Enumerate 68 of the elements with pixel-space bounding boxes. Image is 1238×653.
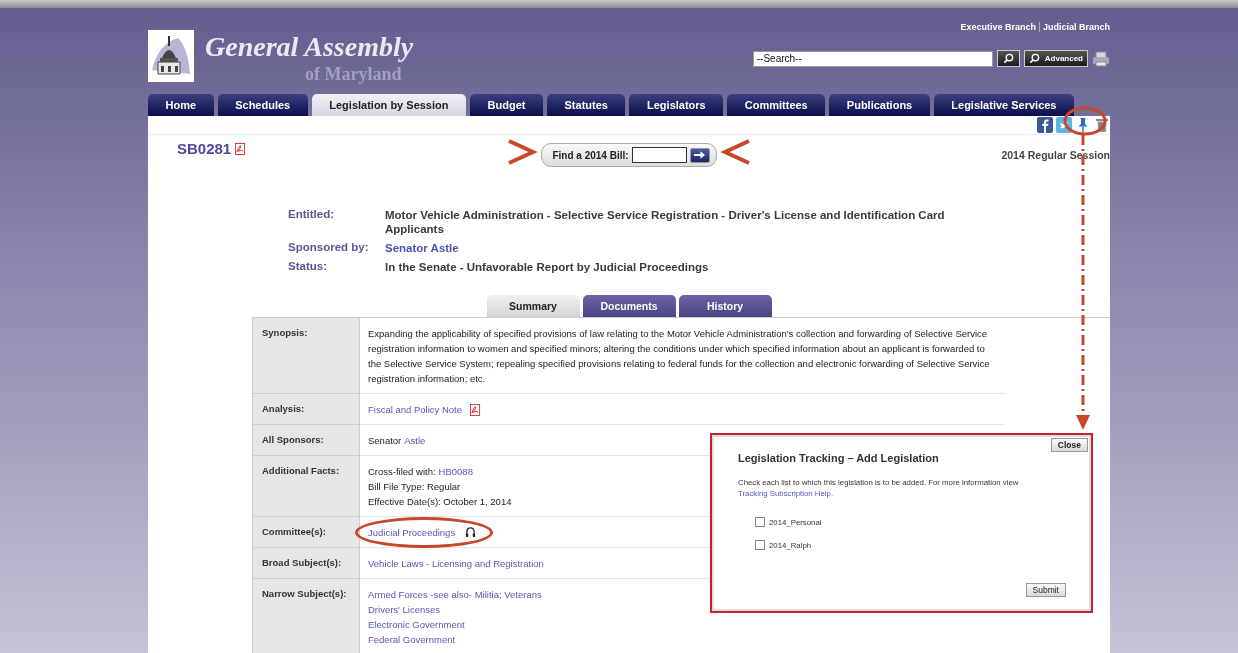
nav-tab[interactable]: Statutes [547, 94, 626, 116]
nav-tab[interactable]: Committees [727, 94, 826, 116]
bill-number: SB0281 [177, 140, 232, 157]
row-label: Broad Subject(s): [252, 548, 360, 579]
branch-link[interactable]: Executive Branch [960, 22, 1036, 32]
detail-tab[interactable]: History [678, 295, 772, 317]
sponsor-link[interactable]: Senator Astle [385, 241, 459, 255]
row-label: Committee(s): [252, 517, 360, 548]
cell-link[interactable]: Federal Government [368, 632, 456, 647]
branch-link[interactable]: Judicial Branch [1042, 22, 1110, 32]
submit-button[interactable]: Submit [1025, 583, 1066, 597]
cell-link[interactable]: Astle [404, 433, 426, 448]
close-button[interactable]: Close [1050, 438, 1088, 452]
nav-tab[interactable]: Legislators [629, 94, 724, 116]
detail-value: Motor Vehicle Administration - Selective Service Registration - Driver's License and Identification Card Applicants [385, 208, 946, 236]
site-title: General Assembly [205, 32, 414, 62]
detail-tab[interactable]: Summary [486, 295, 580, 317]
highlight-circle [1063, 106, 1107, 136]
dome-logo-drawing[interactable] [148, 30, 194, 82]
nav-tab[interactable]: Schedules [217, 94, 308, 116]
cell-link[interactable]: Fiscal and Policy Note [368, 402, 462, 417]
cell-text: Effective Date(s): October 1, 2014 [368, 495, 512, 509]
session-label: 2014 Regular Session [1001, 149, 1110, 161]
row-label: Analysis: [252, 394, 360, 425]
cell-link[interactable]: Vehicle Laws - Licensing and Registration [368, 556, 544, 571]
nav-tab[interactable]: Home [148, 94, 214, 116]
search-icon [1002, 53, 1014, 64]
dialog-title: Legislation Tracking – Add Legislation [738, 452, 940, 464]
cell-text: Expanding the applicability of specified provisions of law relating to the Motor Vehicle Administration's collection and forwarding of Selective Service registration information to women and specified minors; altering the conditions under which specified information about an applicant is forwarded to the Selective Service System; repealing specified provisions relating to federal funds for the collection and electronic forwarding of Selective Service registration information; etc. [368, 327, 991, 386]
detail-label: Status: [288, 260, 328, 274]
search-icon [1028, 53, 1040, 64]
cell-text: Senator [368, 434, 402, 448]
cell-link[interactable]: Electronic Government [368, 617, 465, 632]
search-field[interactable]: --Search-- [752, 50, 993, 67]
advanced-search-button[interactable]: Advanced [1023, 50, 1088, 67]
cell-link[interactable]: HB0088 [438, 464, 473, 479]
row-label: Narrow Subject(s): [252, 579, 360, 653]
detail-label: Sponsored by: [288, 241, 370, 255]
pdf-icon[interactable] [235, 142, 247, 155]
cell-link[interactable]: Judicial Proceedings [368, 527, 456, 538]
cell-link[interactable]: Armed Forces -see also- Militia; Veterans [368, 587, 542, 602]
annotation-arrow-drawing [508, 139, 538, 165]
list-checkbox[interactable] [755, 540, 765, 550]
annotation-arrow-drawing [720, 139, 750, 165]
cell-link[interactable]: Drivers' Licenses [368, 602, 441, 617]
search-button[interactable] [996, 50, 1020, 67]
right-arrow-icon [694, 151, 706, 159]
find-bill-label: Find a 2014 Bill: [552, 149, 629, 161]
trash-icon[interactable] [1094, 117, 1110, 133]
go-button[interactable] [689, 147, 710, 163]
pdf-icon[interactable] [470, 403, 481, 416]
printer-icon[interactable] [1092, 50, 1110, 67]
nav-tab[interactable]: Budget [470, 94, 543, 116]
nav-tab[interactable]: Legislation by Session [311, 94, 467, 116]
row-label: Synopsis: [252, 318, 360, 394]
nav-tab[interactable]: Publications [829, 94, 930, 116]
list-checkbox[interactable] [755, 517, 765, 527]
nav-tab[interactable]: Legislative Services [933, 94, 1075, 116]
cell-text: Bill File Type: Regular [368, 480, 461, 494]
detail-label: Entitled: [288, 208, 335, 222]
detail-tab[interactable]: Documents [582, 295, 676, 317]
bill-number-field[interactable] [631, 147, 687, 163]
row-label: Additional Facts: [252, 456, 360, 517]
facebook-icon[interactable] [1037, 117, 1053, 133]
row-label: All Sponsors: [252, 425, 360, 456]
cell-text: Cross-filed with: [368, 465, 436, 479]
detail-value: In the Senate - Unfavorable Report by Judicial Proceedings [385, 260, 710, 274]
headphones-icon[interactable] [465, 527, 477, 538]
